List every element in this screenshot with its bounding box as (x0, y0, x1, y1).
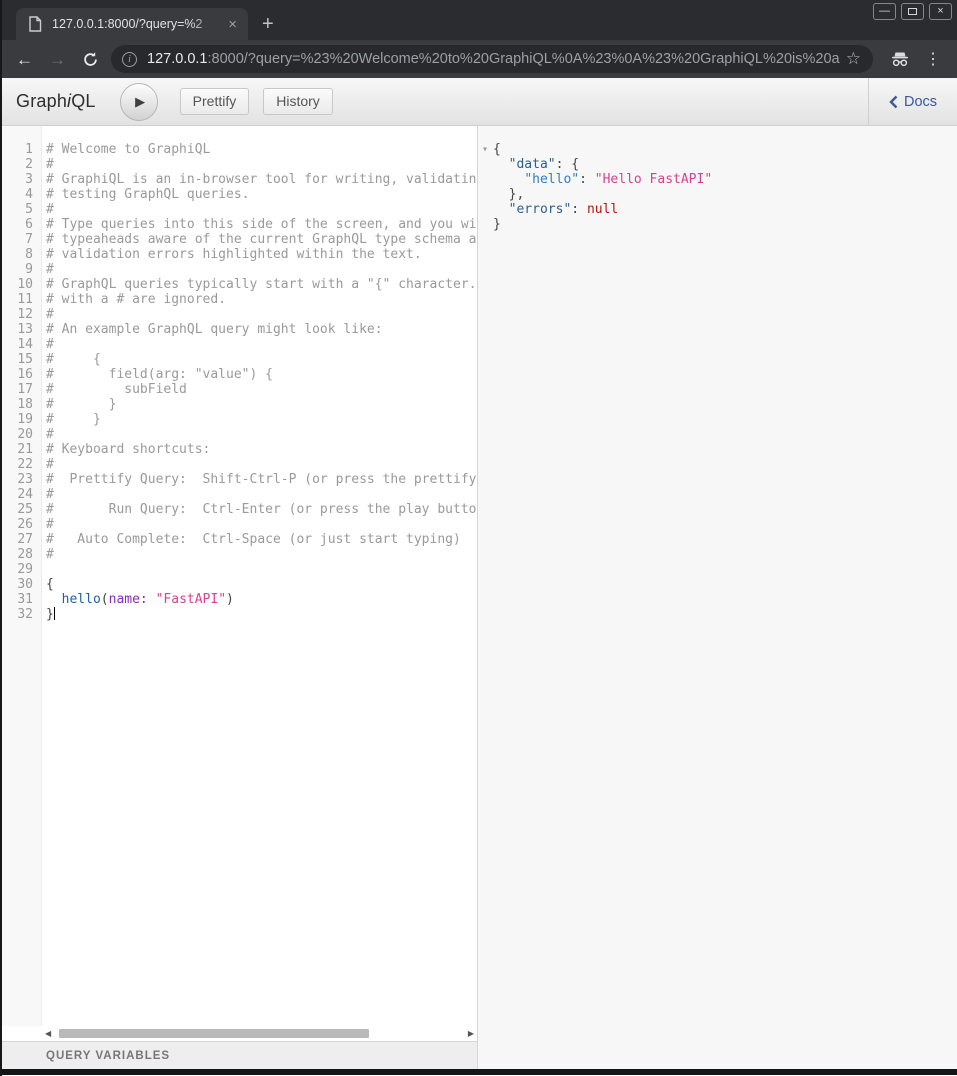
result-json: { "data": { "hello": "Hello FastAPI" }, … (478, 126, 957, 232)
chevron-left-icon (889, 95, 898, 109)
code-line: # Auto Complete: Ctrl-Space (or just sta… (46, 532, 477, 547)
code-line: # GraphQL queries typically start with a… (46, 277, 477, 292)
code-line: # Keyboard shortcuts: (46, 442, 477, 457)
query-code[interactable]: # Welcome to GraphiQL## GraphiQL is an i… (42, 126, 477, 1026)
scroll-right-icon[interactable]: ▶ (468, 1030, 474, 1038)
prettify-button[interactable]: Prettify (180, 88, 250, 115)
incognito-icon (889, 49, 911, 69)
code-line: hello(name: "FastAPI") (46, 592, 477, 607)
back-icon[interactable]: ← (16, 51, 33, 68)
maximize-icon (908, 8, 917, 15)
code-line: # } (46, 397, 477, 412)
code-line: # Type queries into this side of the scr… (46, 217, 477, 232)
code-line: # (46, 307, 477, 322)
code-line: } (493, 217, 957, 232)
tab-close-icon[interactable]: × (225, 17, 240, 32)
graphiql-main: 1234567891011121314151617181920212223242… (2, 126, 957, 1069)
code-line: { (493, 142, 957, 157)
code-line: # with a # are ignored. (46, 292, 477, 307)
code-line: # field(arg: "value") { (46, 367, 477, 382)
query-variables-bar[interactable]: QUERY VARIABLES (2, 1041, 477, 1069)
new-tab-button[interactable]: + (262, 14, 274, 34)
code-line (46, 562, 477, 577)
code-line: }, (493, 187, 957, 202)
code-line: # (46, 487, 477, 502)
code-line: # (46, 262, 477, 277)
code-line: { (46, 577, 477, 592)
scrollbar-track[interactable] (51, 1026, 468, 1041)
graphiql-topbar: GraphiQL ▶ Prettify History Docs (2, 78, 957, 126)
code-line: "hello": "Hello FastAPI" (493, 172, 957, 187)
code-line: # subField (46, 382, 477, 397)
docs-button[interactable]: Docs (868, 78, 957, 125)
scrollbar-thumb[interactable] (59, 1029, 369, 1038)
code-line: # GraphiQL is an in-browser tool for wri… (46, 172, 477, 187)
graphiql-logo: GraphiQL (16, 91, 96, 112)
page-icon (28, 16, 42, 32)
reload-icon[interactable] (82, 51, 99, 68)
fold-arrow-icon[interactable]: ▾ (482, 143, 488, 156)
query-variables-title: QUERY VARIABLES (46, 1050, 170, 1062)
code-line: # (46, 517, 477, 532)
tab-title: 127.0.0.1:8000/?query=%2 (52, 17, 221, 31)
browser-window: 127.0.0.1:8000/?query=%2 × + — × ← → i 1… (0, 0, 957, 1076)
result-pane: ▾ { "data": { "hello": "Hello FastAPI" }… (478, 126, 957, 1069)
address-bar[interactable]: i 127.0.0.1:8000/?query=%23%20Welcome%20… (111, 45, 873, 73)
code-line: # } (46, 412, 477, 427)
code-line: } (46, 607, 477, 622)
history-button[interactable]: History (263, 88, 333, 115)
code-line: # testing GraphQL queries. (46, 187, 477, 202)
code-line: # An example GraphQL query might look li… (46, 322, 477, 337)
line-number-gutter: 1234567891011121314151617181920212223242… (2, 126, 42, 1026)
code-line: "data": { (493, 157, 957, 172)
code-line: # Prettify Query: Shift-Ctrl-P (or press… (46, 472, 477, 487)
maximize-button[interactable] (901, 3, 924, 20)
tab-strip: 127.0.0.1:8000/?query=%2 × + — × (2, 0, 957, 40)
horizontal-scrollbar[interactable]: ◀ ▶ (2, 1026, 477, 1041)
window-controls: — × (873, 3, 952, 20)
code-line: # (46, 457, 477, 472)
code-line: "errors": null (493, 202, 957, 217)
window-bottom-edge (2, 1069, 957, 1075)
minimize-button[interactable]: — (873, 3, 896, 20)
code-line: # (46, 427, 477, 442)
code-line: # typeaheads aware of the current GraphQ… (46, 232, 477, 247)
text-cursor (54, 607, 56, 620)
forward-icon[interactable]: → (49, 51, 66, 68)
code-line: # validation errors highlighted within t… (46, 247, 477, 262)
browser-toolbar: ← → i 127.0.0.1:8000/?query=%23%20Welcom… (2, 40, 957, 78)
play-icon: ▶ (135, 95, 145, 108)
code-line: # (46, 547, 477, 562)
code-line: # { (46, 352, 477, 367)
execute-query-button[interactable]: ▶ (120, 83, 158, 121)
code-line: # Run Query: Ctrl-Enter (or press the pl… (46, 502, 477, 517)
query-editor[interactable]: 1234567891011121314151617181920212223242… (2, 126, 477, 1026)
browser-menu-icon[interactable]: ⋮ (925, 49, 941, 69)
query-editor-pane: 1234567891011121314151617181920212223242… (2, 126, 478, 1069)
url-text: 127.0.0.1:8000/?query=%23%20Welcome%20to… (147, 51, 840, 67)
code-line: # (46, 337, 477, 352)
code-line: # Welcome to GraphiQL (46, 142, 477, 157)
code-line: # (46, 157, 477, 172)
bookmark-star-icon[interactable]: ☆ (846, 49, 861, 69)
browser-tab[interactable]: 127.0.0.1:8000/?query=%2 × (16, 8, 248, 40)
site-info-icon[interactable]: i (122, 52, 137, 67)
code-line: # (46, 202, 477, 217)
close-window-button[interactable]: × (929, 3, 952, 20)
